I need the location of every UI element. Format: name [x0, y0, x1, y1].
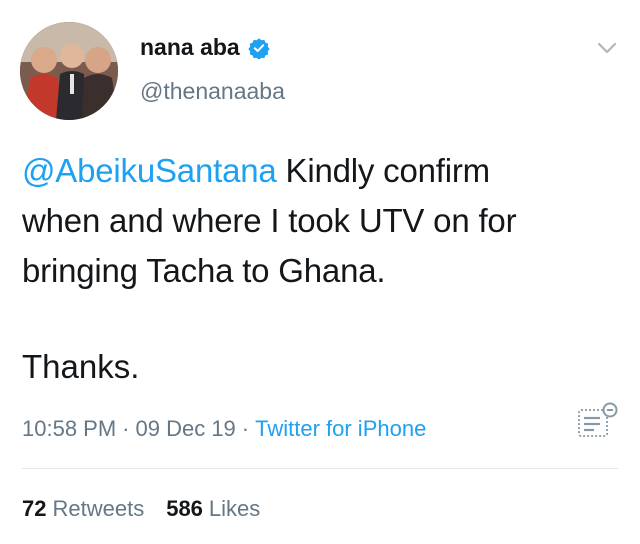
mention-link[interactable]: @AbeikuSantana [22, 152, 277, 189]
tweet-card: nana aba @thenanaaba @AbeikuSantana Kind… [0, 0, 640, 544]
retweets-label: Retweets [52, 496, 145, 521]
likes-stat[interactable]: 586 Likes [166, 496, 260, 522]
avatar[interactable] [20, 22, 118, 120]
tweet-date[interactable]: 09 Dec 19 [136, 416, 236, 441]
chevron-down-icon[interactable] [596, 40, 618, 56]
tweet-line-4: Thanks. [22, 348, 140, 385]
likes-label: Likes [208, 496, 261, 521]
tweet-analytics-icon[interactable] [576, 400, 620, 440]
meta-separator: · [122, 416, 130, 441]
tweet-stats: 72 Retweets 586 Likes [22, 496, 282, 522]
tweet-time[interactable]: 10:58 PM [22, 416, 116, 441]
tweet-line-1-text: Kindly confirm [276, 152, 491, 189]
likes-count: 586 [166, 496, 203, 521]
tweet-line-2: when and where I took UTV on for [22, 202, 517, 239]
divider [22, 468, 618, 469]
tweet-line-3: bringing Tacha to Ghana. [22, 252, 386, 289]
author-name[interactable]: nana aba [140, 34, 240, 61]
avatar-photo [20, 22, 118, 120]
tweet-meta: 10:58 PM · 09 Dec 19 · Twitter for iPhone [22, 416, 426, 442]
meta-separator: · [241, 416, 250, 441]
tweet-body: @AbeikuSantana Kindly confirm when and w… [22, 146, 622, 296]
tweet-source-link[interactable]: Twitter for iPhone [255, 416, 426, 441]
author-handle[interactable]: @thenanaaba [140, 78, 285, 105]
retweets-count: 72 [22, 496, 47, 521]
retweets-stat[interactable]: 72 Retweets [22, 496, 144, 522]
tweet-line-1: @AbeikuSantana Kindly confirm [22, 146, 622, 196]
author-name-row[interactable]: nana aba [140, 34, 270, 61]
verified-badge-icon [248, 37, 270, 59]
